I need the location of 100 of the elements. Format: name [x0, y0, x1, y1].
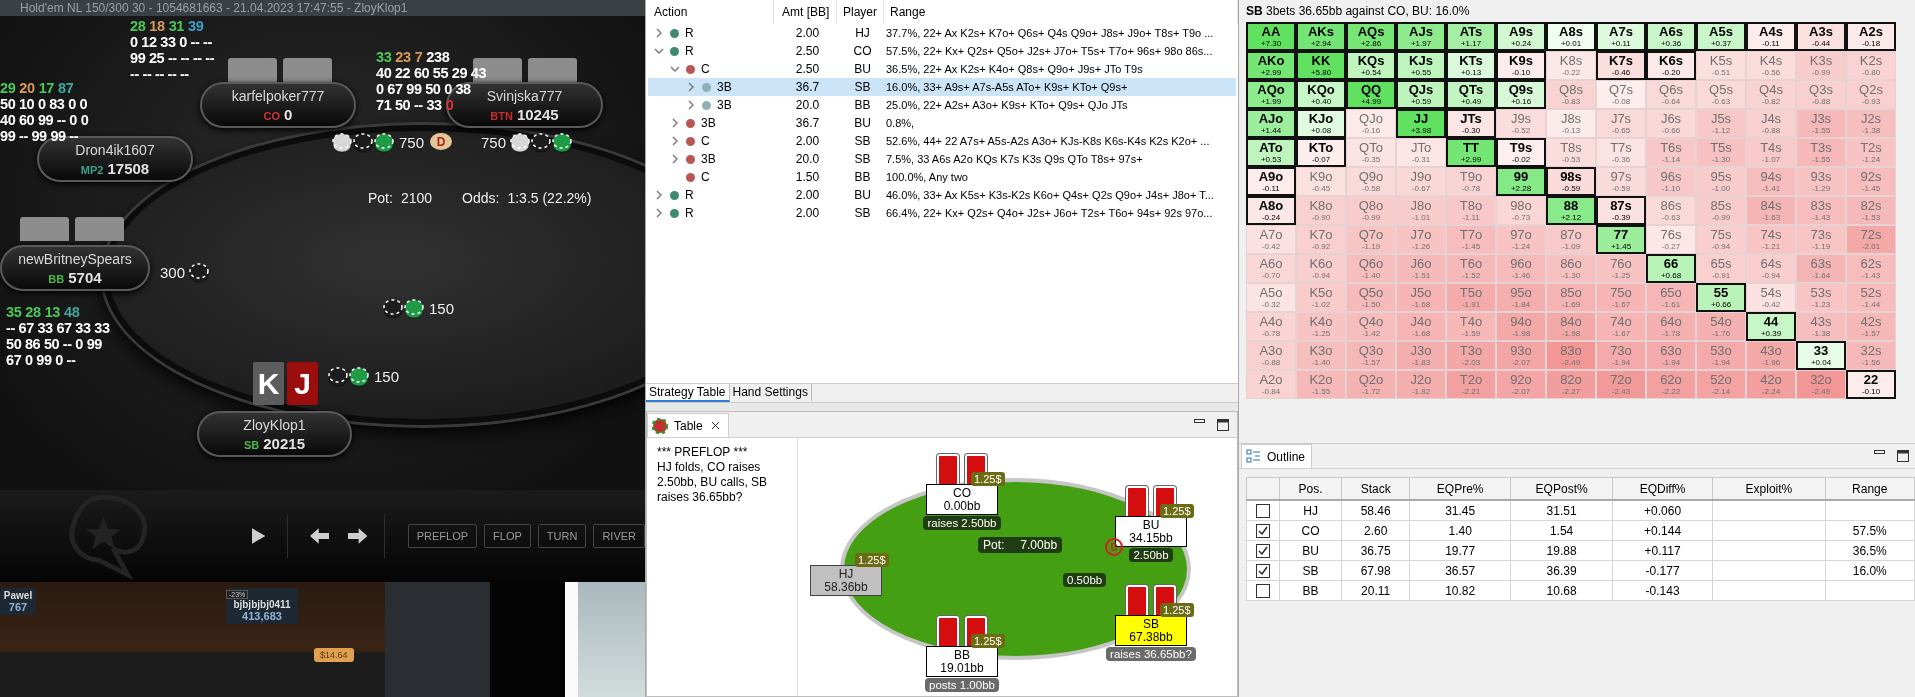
- column-header[interactable]: EQPost%: [1510, 477, 1613, 500]
- hand-cell[interactable]: K3o -1.40: [1296, 341, 1346, 370]
- hand-cell[interactable]: T5o -1.91: [1446, 283, 1496, 312]
- hand-cell[interactable]: Q4o -1.42: [1346, 312, 1396, 341]
- hand-cell[interactable]: A6o -0.70: [1246, 254, 1296, 283]
- chevron-right-icon[interactable]: [654, 28, 664, 38]
- hand-cell[interactable]: Q7s -0.08: [1596, 80, 1646, 109]
- hand-cell[interactable]: 44 +0.39: [1746, 312, 1796, 341]
- hand-cell[interactable]: A5s +0.37: [1696, 22, 1746, 51]
- hand-cell[interactable]: 42s -1.57: [1846, 312, 1896, 341]
- tree-row[interactable]: 3B 20.0 BB 25.0%, 22+ A2s+ A3o+ K9s+ KTo+ Q9s+ QJo JTs: [648, 96, 1236, 114]
- hand-cell[interactable]: K9o -0.45: [1296, 167, 1346, 196]
- tree-row[interactable]: 3B 36.7 SB 16.0%, 33+ A9s+ A7s-A5s ATo+ K9s+ KTo+ Q9s+: [648, 78, 1236, 96]
- hand-cell[interactable]: Q7o -1.19: [1346, 225, 1396, 254]
- hand-cell[interactable]: A9s +0.24: [1496, 22, 1546, 51]
- hand-cell[interactable]: 32s -1.56: [1846, 341, 1896, 370]
- hand-cell[interactable]: T6s -1.14: [1646, 138, 1696, 167]
- hand-cell[interactable]: T2o -2.21: [1446, 370, 1496, 399]
- checkbox[interactable]: [1255, 583, 1270, 598]
- column-header[interactable]: EQPre%: [1409, 477, 1511, 500]
- hand-cell[interactable]: 54o -1.76: [1696, 312, 1746, 341]
- hand-cell[interactable]: K6s -0.20: [1646, 51, 1696, 80]
- checkbox[interactable]: [1255, 523, 1270, 538]
- hand-cell[interactable]: 74o -1.67: [1596, 312, 1646, 341]
- hand-cell[interactable]: Q9o -0.58: [1346, 167, 1396, 196]
- hand-cell[interactable]: A8o -0.24: [1246, 196, 1296, 225]
- checkbox[interactable]: [1255, 503, 1270, 518]
- hand-cell[interactable]: AQs +2.86: [1346, 22, 1396, 51]
- hand-cell[interactable]: T7o -1.45: [1446, 225, 1496, 254]
- minimize-icon[interactable]: [1194, 418, 1205, 424]
- panel-tab[interactable]: Table: [647, 413, 729, 437]
- hand-cell[interactable]: K3s -0.99: [1796, 51, 1846, 80]
- hand-cell[interactable]: J2s -1.38: [1846, 109, 1896, 138]
- hand-cell[interactable]: 93o -2.07: [1496, 341, 1546, 370]
- hand-cell[interactable]: A4s -0.11: [1746, 22, 1796, 51]
- hand-cell[interactable]: 87s -0.39: [1596, 196, 1646, 225]
- hand-cell[interactable]: 77 +1.45: [1596, 225, 1646, 254]
- hand-cell[interactable]: K8s -0.22: [1546, 51, 1596, 80]
- tree-row[interactable]: R 2.00 SB 66.4%, 22+ Kx+ Q2s+ Q4o+ J2s+ J6o+ T2s+ T6o+ 94s+ 92s 97o...: [648, 204, 1236, 222]
- hand-cell[interactable]: QQ +4.99: [1346, 80, 1396, 109]
- hand-cell[interactable]: J8s -0.13: [1546, 109, 1596, 138]
- hand-cell[interactable]: 99 +2.28: [1496, 167, 1546, 196]
- hand-cell[interactable]: 75s -0.94: [1696, 225, 1746, 254]
- chevron-right-icon[interactable]: [686, 82, 696, 92]
- hand-cell[interactable]: A6s +0.36: [1646, 22, 1696, 51]
- hand-cell[interactable]: Q5s -0.63: [1696, 80, 1746, 109]
- hand-cell[interactable]: 63s -1.64: [1796, 254, 1846, 283]
- hand-cell[interactable]: T6o -1.52: [1446, 254, 1496, 283]
- hand-cell[interactable]: 88 +2.12: [1546, 196, 1596, 225]
- checkbox[interactable]: [1255, 543, 1270, 558]
- hand-cell[interactable]: TT +2.99: [1446, 138, 1496, 167]
- hand-cell[interactable]: 95o -1.84: [1496, 283, 1546, 312]
- hand-cell[interactable]: 64s -0.94: [1746, 254, 1796, 283]
- hand-cell[interactable]: 54s -0.42: [1746, 283, 1796, 312]
- hand-cell[interactable]: A2o -0.84: [1246, 370, 1296, 399]
- hand-cell[interactable]: J3o -1.83: [1396, 341, 1446, 370]
- hand-cell[interactable]: 43o -1.96: [1746, 341, 1796, 370]
- scrollbar[interactable]: [565, 582, 578, 697]
- hand-cell[interactable]: K5s -0.51: [1696, 51, 1746, 80]
- column-header[interactable]: EQDiff%: [1612, 477, 1713, 500]
- hand-cell[interactable]: 72o -2.43: [1596, 370, 1646, 399]
- hand-cell[interactable]: KTo -0.07: [1296, 138, 1346, 167]
- arrow-right-icon[interactable]: [348, 528, 368, 544]
- hand-cell[interactable]: ATs +1.17: [1446, 22, 1496, 51]
- hand-cell[interactable]: 22 -0.10: [1846, 370, 1896, 399]
- hand-cell[interactable]: T7s -0.36: [1596, 138, 1646, 167]
- hand-cell[interactable]: QTs +0.49: [1446, 80, 1496, 109]
- hand-cell[interactable]: ATo +0.53: [1246, 138, 1296, 167]
- column-header[interactable]: Amt [BB]: [774, 0, 837, 24]
- hand-cell[interactable]: 85o -1.69: [1546, 283, 1596, 312]
- chevron-right-icon[interactable]: [654, 208, 664, 218]
- hand-cell[interactable]: 94s -1.41: [1746, 167, 1796, 196]
- hand-cell[interactable]: Q4s -0.82: [1746, 80, 1796, 109]
- street-button[interactable]: TURN: [537, 524, 587, 548]
- tree-row[interactable]: C 2.50 BU 36.5%, 22+ Ax K2s+ K4o+ Q8s+ Q9o+ J9s+ JTo T9s: [648, 60, 1236, 78]
- hand-cell[interactable]: Q6s -0.64: [1646, 80, 1696, 109]
- hand-cell[interactable]: 55 +0.66: [1696, 283, 1746, 312]
- hand-cell[interactable]: J4o -1.68: [1396, 312, 1446, 341]
- hand-cell[interactable]: 62s -1.43: [1846, 254, 1896, 283]
- hand-cell[interactable]: Q8s -0.83: [1546, 80, 1596, 109]
- tab[interactable]: Strategy Table: [646, 384, 730, 402]
- hand-cell[interactable]: 76s -0.27: [1646, 225, 1696, 254]
- tree-row[interactable]: 3B 36.7 BU 0.8%,: [648, 114, 1236, 132]
- hand-cell[interactable]: A2s -0.18: [1846, 22, 1896, 51]
- column-header[interactable]: Action: [646, 0, 774, 24]
- hand-cell[interactable]: A8s +0.01: [1546, 22, 1596, 51]
- hand-cell[interactable]: 83s -1.43: [1796, 196, 1846, 225]
- hand-cell[interactable]: Q8o -0.99: [1346, 196, 1396, 225]
- hand-cell[interactable]: T5s -1.30: [1696, 138, 1746, 167]
- hand-cell[interactable]: Q3o -1.57: [1346, 341, 1396, 370]
- hand-cell[interactable]: Q2s -0.93: [1846, 80, 1896, 109]
- chevron-right-icon[interactable]: [670, 154, 680, 164]
- hand-cell[interactable]: 82s -1.53: [1846, 196, 1896, 225]
- hand-cell[interactable]: 98s -0.59: [1546, 167, 1596, 196]
- tree-row[interactable]: R 2.00 HJ 37.7%, 22+ Ax K2s+ K7o+ Q6s+ Q4s Q9o+ J8s+ J9o+ T8s+ T9o ...: [648, 24, 1236, 42]
- hand-cell[interactable]: Q6o -1.40: [1346, 254, 1396, 283]
- street-button[interactable]: PREFLOP: [407, 524, 478, 548]
- hand-cell[interactable]: T3s -1.55: [1796, 138, 1846, 167]
- maximize-icon[interactable]: [1897, 450, 1909, 462]
- hand-cell[interactable]: Q9s +0.16: [1496, 80, 1546, 109]
